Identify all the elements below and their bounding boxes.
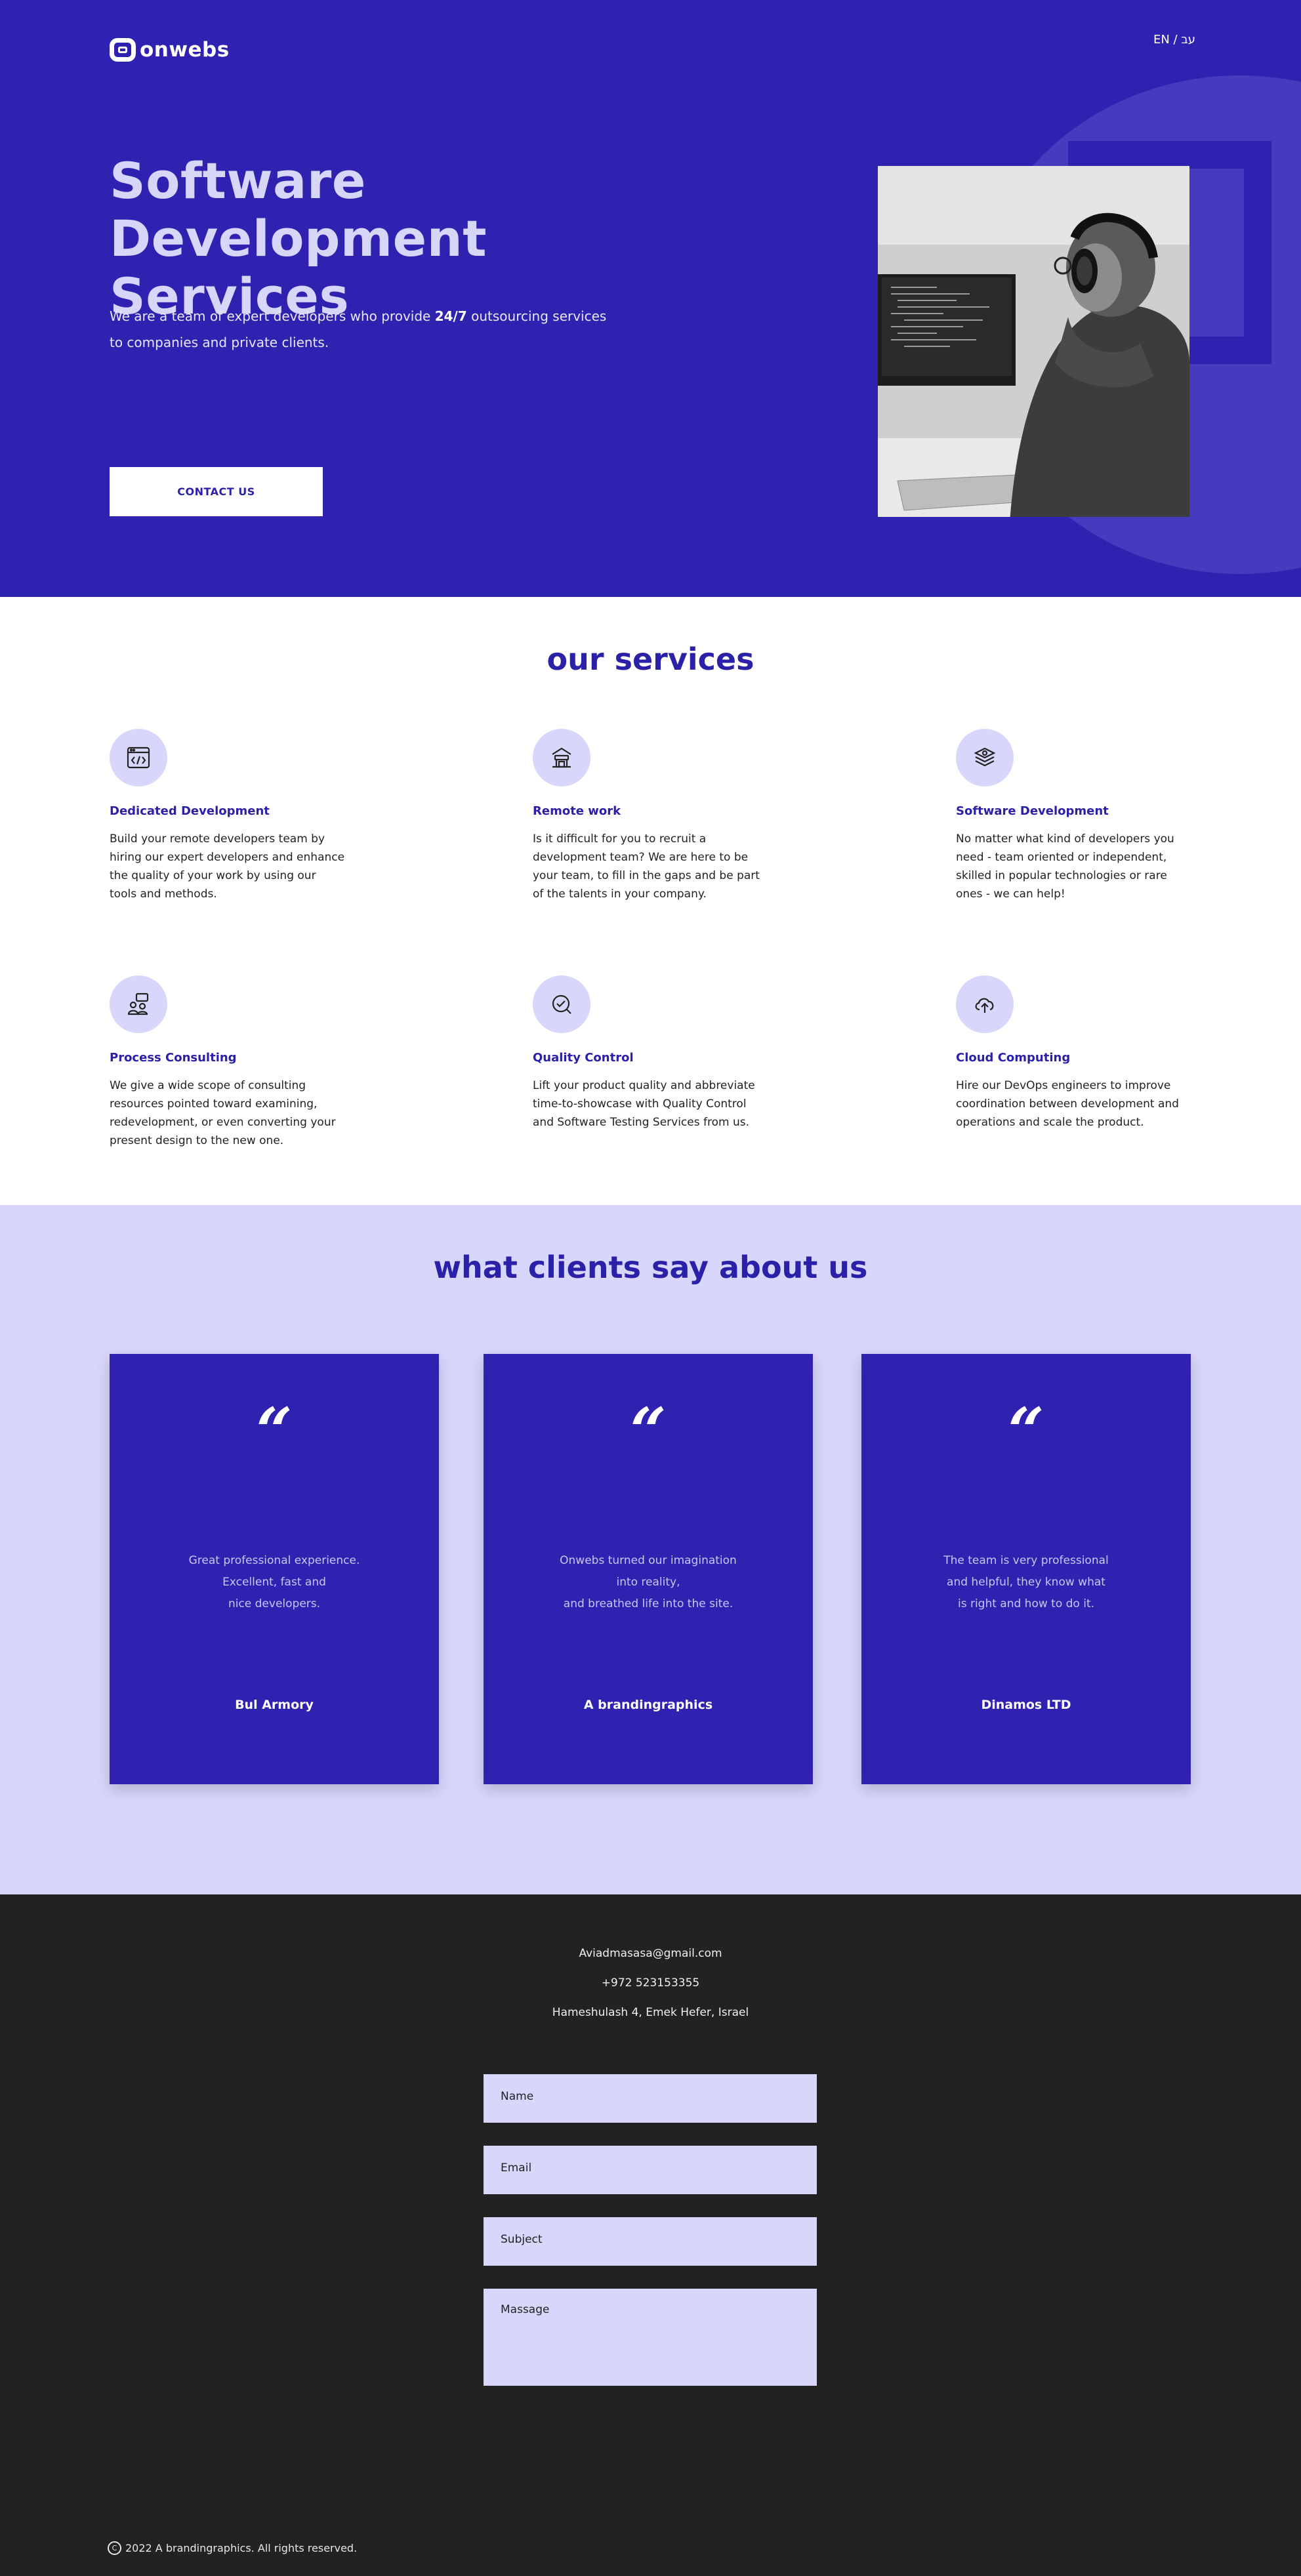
service-title: Cloud Computing bbox=[956, 1051, 1071, 1065]
hero-description-part2: outsourcing services bbox=[466, 308, 607, 324]
service-title: Remote work bbox=[533, 804, 621, 818]
quote-icon: “ bbox=[630, 1394, 667, 1468]
copyright-text: 2022 A brandingraphics. All rights reser… bbox=[125, 2542, 358, 2554]
hero-description-line2: to companies and private clients. bbox=[110, 335, 329, 350]
contact-email[interactable]: Aviadmasasa@gmail.com bbox=[0, 1947, 1301, 1960]
testimonials-section: what clients say about us “ Great profes… bbox=[0, 1205, 1301, 1894]
footer-section: Aviadmasasa@gmail.com +972 523153355 Ham… bbox=[0, 1894, 1301, 2576]
contact-address: Hameshulash 4, Emek Hefer, Israel bbox=[552, 2006, 749, 2019]
service-card-cloud-computing: Cloud Computing Hire our DevOps engineer… bbox=[956, 975, 1205, 1132]
hero-description-part1: We are a team of expert developers who p… bbox=[110, 308, 435, 324]
service-description: Hire our DevOps engineers to improve coo… bbox=[956, 1079, 1179, 1129]
layers-icon bbox=[956, 729, 1014, 787]
hero-title-line1: Software Development bbox=[110, 152, 487, 268]
logo-icon bbox=[110, 38, 136, 62]
copyright-icon: C bbox=[108, 2541, 121, 2555]
testimonial-card: “ Onwebs turned our imagination into rea… bbox=[484, 1354, 813, 1784]
service-description: Is it difficult for you to recruit a dev… bbox=[533, 832, 760, 901]
services-title: our services bbox=[547, 642, 754, 677]
service-description: Build your remote developers team by hir… bbox=[110, 832, 345, 901]
service-title: Process Consulting bbox=[110, 1051, 237, 1065]
service-description: No matter what kind of developers you ne… bbox=[956, 832, 1174, 901]
subject-field[interactable]: Subject bbox=[484, 2217, 817, 2266]
remote-desk-icon bbox=[533, 729, 590, 787]
quote-icon: “ bbox=[1008, 1394, 1044, 1468]
contact-us-button[interactable]: CONTACT US bbox=[110, 467, 323, 516]
hero-description-bold: 24/7 bbox=[434, 308, 467, 324]
email-field[interactable]: Email bbox=[484, 2146, 817, 2194]
service-title: Software Development bbox=[956, 804, 1109, 818]
testimonial-text: The team is very professional and helpfu… bbox=[943, 1554, 1109, 1610]
contact-phone[interactable]: +972 523153355 bbox=[0, 1976, 1301, 1990]
service-title: Dedicated Development bbox=[110, 804, 270, 818]
testimonial-card: “ Great professional experience. Excelle… bbox=[110, 1354, 439, 1784]
service-card-software-development: Software Development No matter what kind… bbox=[956, 729, 1205, 903]
consulting-icon bbox=[110, 975, 167, 1033]
service-card-process-consulting: Process Consulting We give a wide scope … bbox=[110, 975, 359, 1150]
copyright: C 2022 A brandingraphics. All rights res… bbox=[108, 2541, 357, 2555]
hero-section: onwebs EN / עב Software Development Serv… bbox=[0, 0, 1301, 597]
logo[interactable]: onwebs bbox=[110, 38, 230, 62]
quality-check-icon bbox=[533, 975, 590, 1033]
code-window-icon bbox=[110, 729, 167, 787]
cloud-upload-icon bbox=[956, 975, 1014, 1033]
hero-description: We are a team of expert developers who p… bbox=[110, 303, 621, 356]
testimonial-author: Dinamos LTD bbox=[981, 1698, 1071, 1712]
language-switch[interactable]: EN / עב bbox=[1153, 33, 1195, 47]
message-field[interactable]: Massage bbox=[484, 2289, 817, 2386]
service-description: We give a wide scope of consulting resou… bbox=[110, 1079, 336, 1147]
service-title: Quality Control bbox=[533, 1051, 634, 1065]
service-card-dedicated-development: Dedicated Development Build your remote … bbox=[110, 729, 359, 903]
testimonial-author: A brandingraphics bbox=[583, 1698, 713, 1712]
testimonial-card: “ The team is very professional and help… bbox=[861, 1354, 1191, 1784]
testimonial-text: Onwebs turned our imagination into reali… bbox=[560, 1554, 737, 1610]
name-field[interactable]: Name bbox=[484, 2074, 817, 2123]
service-card-remote-work: Remote work Is it difficult for you to r… bbox=[533, 729, 782, 903]
quote-icon: “ bbox=[256, 1394, 293, 1468]
testimonials-title: what clients say about us bbox=[433, 1250, 868, 1285]
service-description: Lift your product quality and abbreviate… bbox=[533, 1079, 755, 1129]
testimonial-author: Bul Armory bbox=[235, 1698, 314, 1712]
service-card-quality-control: Quality Control Lift your product qualit… bbox=[533, 975, 782, 1132]
services-section: our services Dedicated Development Build… bbox=[0, 597, 1301, 1205]
logo-text: onwebs bbox=[140, 38, 230, 62]
developer-photo bbox=[878, 166, 1189, 517]
testimonial-text: Great professional experience. Excellent… bbox=[188, 1554, 360, 1610]
hero-title: Software Development Services bbox=[110, 152, 700, 325]
